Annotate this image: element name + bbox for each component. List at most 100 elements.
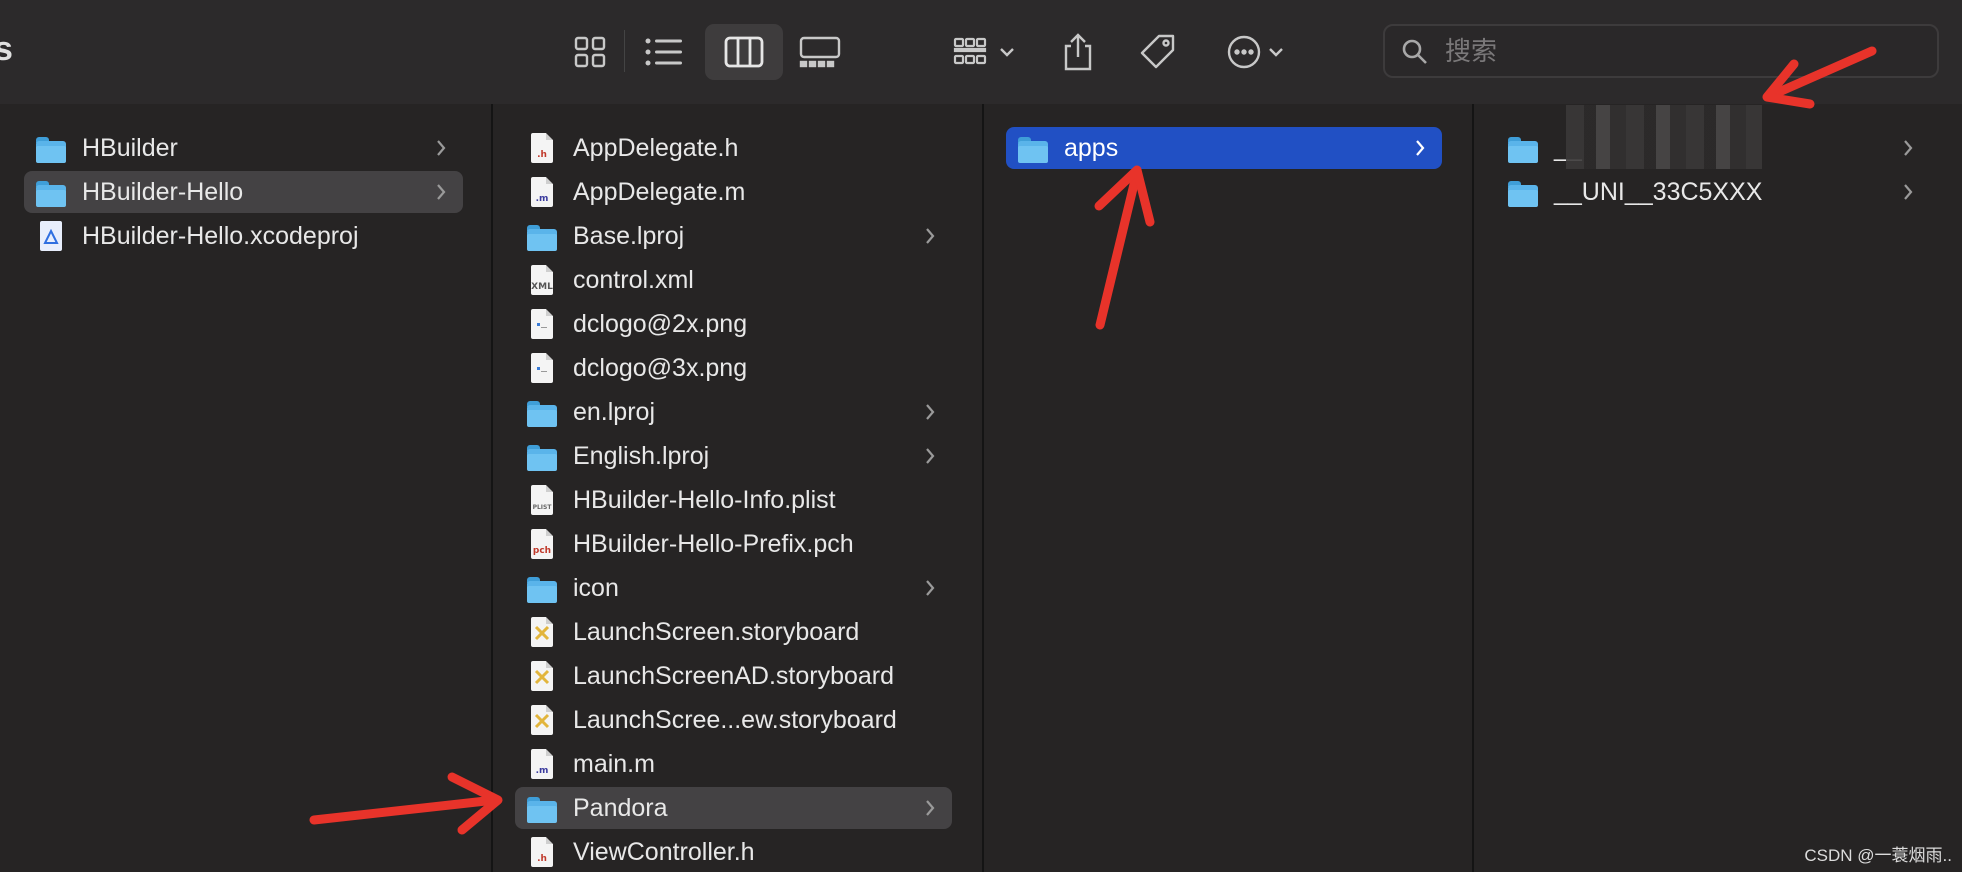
folder-row[interactable]: apps	[1006, 127, 1442, 169]
column-1: HBuilder HBuilder-Hello HBuilder-Hello.xco…	[0, 104, 493, 872]
item-label: dclogo@2x.png	[573, 309, 748, 338]
folder-row[interactable]: __UNI__33C5XXX	[1496, 171, 1930, 213]
folder-icon	[36, 137, 66, 163]
file-row[interactable]: LaunchScreenAD.storyboard	[515, 655, 952, 697]
chevron-right-icon	[1904, 184, 1913, 200]
file-row[interactable]: HBuilder-Hello.xcodeproj	[24, 215, 463, 257]
file-row[interactable]: .h ViewController.h	[515, 831, 952, 872]
column-view-button[interactable]	[705, 24, 783, 80]
file-row[interactable]: pch HBuilder-Hello-Prefix.pch	[515, 523, 952, 565]
search-icon	[1402, 39, 1427, 64]
folder-icon	[527, 225, 557, 251]
group-icon	[953, 37, 987, 65]
folder-row[interactable]: en.lproj	[515, 391, 952, 433]
folder-icon	[527, 401, 557, 427]
list-icon	[645, 38, 682, 66]
item-label: icon	[573, 573, 619, 602]
folder-row[interactable]: Base.lproj	[515, 215, 952, 257]
file-row[interactable]: .m AppDelegate.m	[515, 171, 952, 213]
item-label: Pandora	[573, 793, 668, 822]
file-row[interactable]: .h AppDelegate.h	[515, 127, 952, 169]
file-row[interactable]: dclogo@3x.png	[515, 347, 952, 389]
file-row[interactable]: PLIST HBuilder-Hello-Info.plist	[515, 479, 952, 521]
list-view-button[interactable]	[636, 24, 692, 80]
storyboard-file-icon	[531, 705, 553, 735]
folder-row[interactable]: English.lproj	[515, 435, 952, 477]
file-icon: .h	[531, 133, 553, 163]
column-4: __ __UNI__33C5XXX	[1474, 104, 1962, 872]
item-label: en.lproj	[573, 397, 655, 426]
file-icon: .m	[531, 177, 553, 207]
file-row[interactable]: dclogo@2x.png	[515, 303, 952, 345]
item-label: LaunchScreenAD.storyboard	[573, 661, 895, 690]
finder-window: s 搜索 HBuilder HBuilder-Hello HBuilder-He…	[0, 0, 1962, 872]
chevron-right-icon	[926, 228, 935, 244]
storyboard-file-icon	[531, 661, 553, 691]
search-field[interactable]	[1383, 24, 1939, 78]
file-icon: PLIST	[531, 485, 553, 515]
chevron-right-icon	[437, 184, 446, 200]
item-label: HBuilder-Hello	[82, 177, 244, 206]
chevron-down-icon	[1269, 48, 1283, 57]
folder-icon	[1508, 181, 1538, 207]
item-label: HBuilder	[82, 133, 178, 162]
window-title-fragment: s	[0, 30, 13, 68]
gallery-view-button[interactable]	[792, 24, 848, 80]
icon-view-button[interactable]	[562, 24, 618, 80]
item-label: dclogo@3x.png	[573, 353, 748, 382]
folder-row[interactable]: icon	[515, 567, 952, 609]
more-actions-button[interactable]	[1220, 24, 1290, 80]
item-label: Base.lproj	[573, 221, 685, 250]
chevron-right-icon	[926, 448, 935, 464]
file-icon: .m	[531, 749, 553, 779]
storyboard-file-icon	[531, 617, 553, 647]
share-icon	[1064, 33, 1092, 71]
watermark: CSDN @一蓑烟雨..	[1804, 846, 1952, 865]
column-2: .h AppDelegate.h .m AppDelegate.m Base.lproj…	[493, 104, 984, 872]
chevron-down-icon	[1000, 48, 1014, 57]
tags-button[interactable]	[1130, 24, 1186, 80]
folder-icon	[1508, 137, 1538, 163]
chevron-right-icon	[1416, 140, 1425, 156]
file-icon: XML	[531, 265, 553, 295]
folder-row[interactable]: Pandora	[515, 787, 952, 829]
folder-row[interactable]: HBuilder-Hello	[24, 171, 463, 213]
redaction-pixelation	[1566, 105, 1762, 169]
folder-icon	[527, 577, 557, 603]
image-file-icon	[531, 309, 553, 339]
xcodeproj-icon	[40, 221, 62, 251]
chevron-right-icon	[926, 580, 935, 596]
file-row[interactable]: .m main.m	[515, 743, 952, 785]
file-row[interactable]: LaunchScree...ew.storyboard	[515, 699, 952, 741]
item-label: control.xml	[573, 265, 694, 294]
search-input[interactable]	[1443, 34, 1917, 70]
file-icon: .h	[531, 837, 553, 867]
gallery-icon	[799, 36, 841, 68]
file-row[interactable]: LaunchScreen.storyboard	[515, 611, 952, 653]
file-icon: pch	[531, 529, 553, 559]
chevron-right-icon	[926, 404, 935, 420]
folder-icon	[1018, 137, 1048, 163]
share-button[interactable]	[1050, 24, 1106, 80]
grid-icon	[574, 36, 606, 68]
folder-row[interactable]: HBuilder	[24, 127, 463, 169]
group-by-button[interactable]	[944, 24, 1024, 80]
tag-icon	[1140, 34, 1175, 69]
chevron-right-icon	[437, 140, 446, 156]
folder-row[interactable]: __	[1496, 105, 1930, 169]
item-label: HBuilder-Hello-Info.plist	[573, 485, 836, 514]
item-label: __UNI__33C5XXX	[1554, 177, 1763, 206]
item-label: AppDelegate.h	[573, 133, 739, 162]
item-label: AppDelegate.m	[573, 177, 746, 206]
item-label: LaunchScreen.storyboard	[573, 617, 860, 646]
item-label: HBuilder-Hello-Prefix.pch	[573, 529, 854, 558]
toolbar: s	[0, 0, 1962, 105]
chevron-right-icon	[926, 800, 935, 816]
item-label: apps	[1064, 133, 1119, 162]
chevron-right-icon	[1904, 140, 1913, 156]
item-label: English.lproj	[573, 441, 710, 470]
image-file-icon	[531, 353, 553, 383]
file-row[interactable]: XML control.xml	[515, 259, 952, 301]
ellipsis-circle-icon	[1227, 35, 1261, 69]
item-label: ViewController.h	[573, 837, 755, 866]
